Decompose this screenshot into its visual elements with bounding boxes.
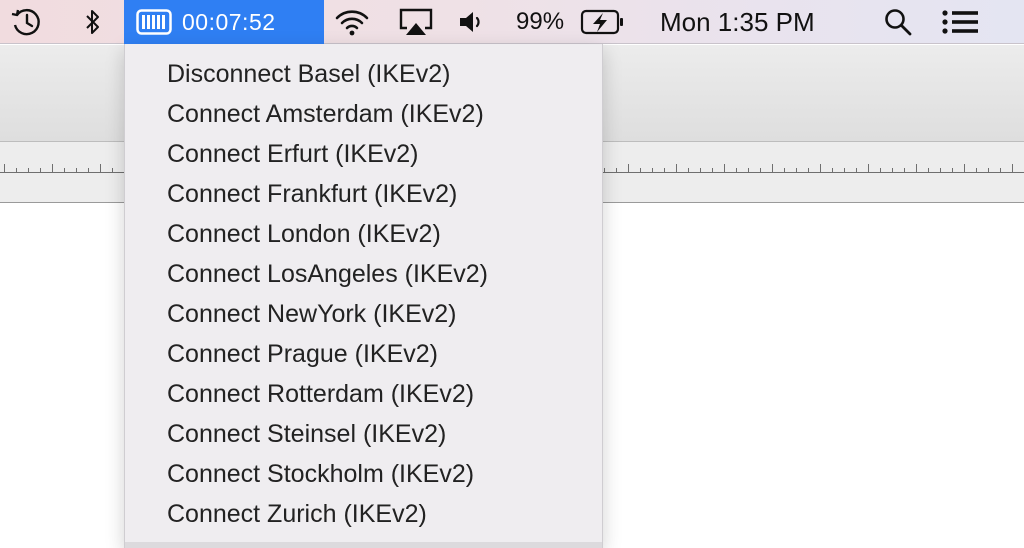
ruler-tick (796, 168, 797, 172)
ruler-tick (880, 168, 881, 172)
ruler-tick (964, 164, 965, 172)
bluetooth-icon-svg (86, 10, 99, 34)
battery-charging-icon[interactable] (578, 0, 628, 44)
menu-item-connect-stockholm[interactable]: Connect Stockholm (IKEv2) (125, 454, 602, 494)
ruler-tick (940, 168, 941, 172)
battery-percent: 99% (516, 8, 565, 35)
ruler-tick (1000, 168, 1001, 172)
ruler-tick (100, 164, 101, 172)
screen: 00:07:52 99% Mon 1:35 PM Disconnect Base… (0, 0, 1024, 548)
ruler-tick (652, 168, 653, 172)
ruler-tick (64, 168, 65, 172)
airplay-icon-svg (399, 8, 433, 35)
ruler-tick (724, 164, 725, 172)
menu-item-connect-steinsel[interactable]: Connect Steinsel (IKEv2) (125, 414, 602, 454)
menu-item-connect-losangeles[interactable]: Connect LosAngeles (IKEv2) (125, 254, 602, 294)
battery-percent-item[interactable]: 99% (516, 0, 576, 44)
menu-item-connect-rotterdam[interactable]: Connect Rotterdam (IKEv2) (125, 374, 602, 414)
menu-item-disconnect-basel[interactable]: Disconnect Basel (IKEv2) (125, 54, 602, 94)
ruler-tick (1012, 164, 1013, 172)
ruler-tick (784, 168, 785, 172)
ruler-tick (88, 168, 89, 172)
ruler-tick (52, 164, 53, 172)
ruler-tick (4, 164, 5, 172)
ruler-tick (748, 168, 749, 172)
ruler-tick (664, 168, 665, 172)
menu-bar: 00:07:52 99% Mon 1:35 PM (0, 0, 1024, 44)
time-machine-icon[interactable] (6, 0, 46, 44)
ruler-tick (832, 168, 833, 172)
ruler-tick (16, 168, 17, 172)
ruler-tick (844, 168, 845, 172)
ruler-tick (112, 168, 113, 172)
spotlight-search-icon[interactable] (878, 0, 918, 44)
ruler-tick (904, 168, 905, 172)
ruler-tick (604, 168, 605, 172)
clock[interactable]: Mon 1:35 PM (660, 0, 840, 44)
ruler-tick (628, 164, 629, 172)
ruler-tick (616, 168, 617, 172)
notification-center-icon-svg (942, 10, 978, 34)
menu-item-connect-newyork[interactable]: Connect NewYork (IKEv2) (125, 294, 602, 334)
ruler-tick (820, 164, 821, 172)
menu-item-connect-prague[interactable]: Connect Prague (IKEv2) (125, 334, 602, 374)
menu-item-connect-erfurt[interactable]: Connect Erfurt (IKEv2) (125, 134, 602, 174)
ruler-tick (808, 168, 809, 172)
ruler-tick (856, 168, 857, 172)
ruler-tick (916, 164, 917, 172)
menu-item-connect-zurich[interactable]: Connect Zurich (IKEv2) (125, 494, 602, 534)
ruler-tick (28, 168, 29, 172)
ruler-tick (700, 168, 701, 172)
ruler-tick (40, 168, 41, 172)
ruler-tick (760, 168, 761, 172)
notification-center-icon[interactable] (938, 0, 982, 44)
vpn-dropdown-menu: Disconnect Basel (IKEv2) Connect Amsterd… (124, 44, 603, 548)
ruler-tick (772, 164, 773, 172)
ruler-tick (712, 168, 713, 172)
airplay-icon[interactable] (394, 0, 438, 44)
ruler-tick (688, 168, 689, 172)
menu-separator (125, 542, 602, 548)
ruler-tick (76, 168, 77, 172)
menu-item-connect-frankfurt[interactable]: Connect Frankfurt (IKEv2) (125, 174, 602, 214)
spotlight-search-icon-svg (885, 9, 912, 36)
bluetooth-icon[interactable] (78, 0, 108, 44)
ruler-tick (868, 164, 869, 172)
ruler-tick (988, 168, 989, 172)
menu-item-connect-london[interactable]: Connect London (IKEv2) (125, 214, 602, 254)
ruler-tick (976, 168, 977, 172)
wifi-icon-svg (335, 10, 369, 36)
wifi-icon[interactable] (330, 0, 374, 44)
vpn-timer: 00:07:52 (182, 8, 276, 35)
battery-charging-icon-svg (580, 9, 623, 35)
ruler-tick (952, 168, 953, 172)
ruler-tick (676, 164, 677, 172)
volume-icon[interactable] (454, 0, 490, 44)
menu-item-connect-amsterdam[interactable]: Connect Amsterdam (IKEv2) (125, 94, 602, 134)
volume-icon-svg (460, 12, 480, 32)
ruler-tick (892, 168, 893, 172)
ruler-tick (928, 168, 929, 172)
clock-text: Mon 1:35 PM (660, 6, 815, 37)
ruler-tick (640, 168, 641, 172)
time-machine-icon-svg (11, 8, 40, 36)
vpn-status-icon (136, 9, 172, 35)
ruler-tick (736, 168, 737, 172)
vpn-status-item[interactable]: 00:07:52 (124, 0, 324, 44)
